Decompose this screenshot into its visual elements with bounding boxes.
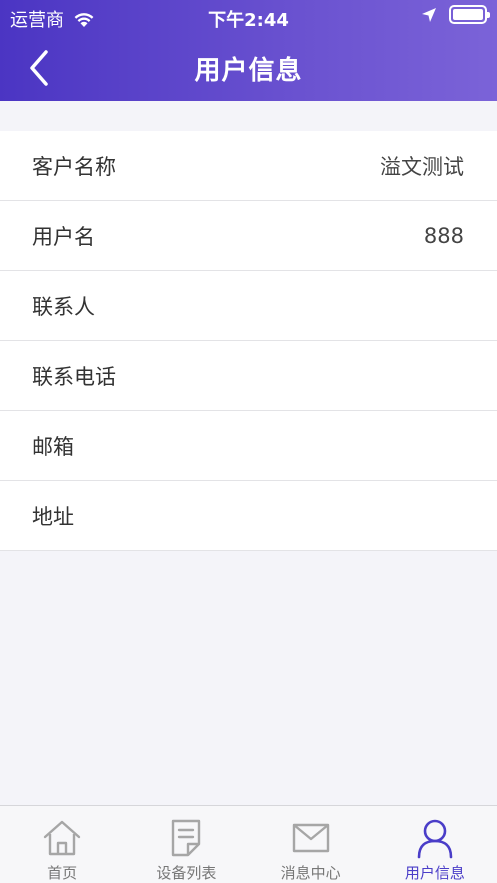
row-label: 联系人 [32, 294, 95, 319]
tab-label: 首页 [47, 864, 78, 882]
row-label: 地址 [32, 504, 74, 529]
row-label: 邮箱 [32, 434, 74, 459]
home-icon [43, 820, 81, 856]
tab-message-center[interactable]: 消息中心 [249, 806, 373, 883]
nav-bar: 用户信息 [0, 36, 497, 101]
battery-icon [449, 5, 490, 24]
tab-label: 消息中心 [280, 864, 341, 882]
row-customer-name: 客户名称 溢文测试 [0, 131, 497, 201]
page-title: 用户信息 [194, 56, 303, 86]
row-address: 地址 [0, 481, 497, 551]
row-value: 溢文测试 [380, 154, 464, 179]
tab-user-info[interactable]: 用户信息 [373, 806, 497, 883]
row-contact-person: 联系人 [0, 271, 497, 341]
row-username: 用户名 888 [0, 201, 497, 271]
row-label: 客户名称 [32, 154, 116, 179]
tab-home[interactable]: 首页 [0, 806, 124, 883]
status-bar: 运营商 下午2:44 [0, 0, 497, 36]
tab-label: 设备列表 [156, 864, 217, 882]
row-label: 用户名 [32, 224, 95, 249]
document-icon [172, 819, 201, 857]
row-email: 邮箱 [0, 411, 497, 481]
row-label: 联系电话 [32, 364, 116, 389]
row-contact-phone: 联系电话 [0, 341, 497, 411]
tab-label: 用户信息 [404, 864, 465, 882]
mail-icon [292, 823, 329, 853]
status-right [421, 5, 490, 24]
user-icon [417, 819, 453, 859]
tab-device-list[interactable]: 设备列表 [124, 806, 248, 883]
location-arrow-icon [422, 7, 436, 22]
user-info-list: 客户名称 溢文测试 用户名 888 联系人 联系电话 邮箱 地址 [0, 131, 497, 551]
tab-bar: 首页 设备列表 消息中心 用户信息 [0, 805, 497, 883]
header: 运营商 下午2:44 用户信息 [0, 0, 497, 101]
row-value: 888 [423, 223, 464, 248]
